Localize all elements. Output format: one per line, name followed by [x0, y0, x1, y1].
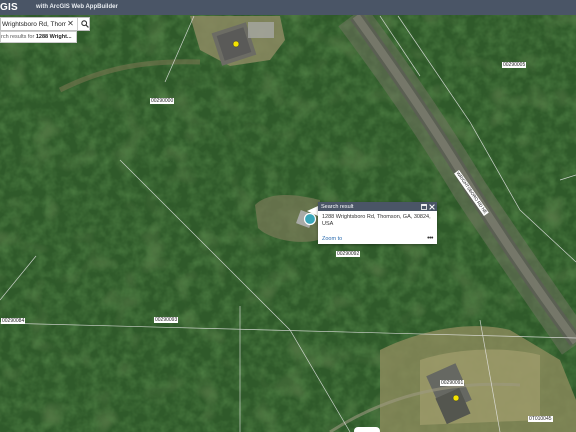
app-header: GIS with ArcGIS Web AppBuilder [0, 0, 576, 15]
search-icon [80, 20, 89, 28]
parcel-label: 00290084 [1, 318, 26, 324]
search-widget: ✕ [0, 17, 90, 31]
aerial-imagery [0, 15, 576, 432]
search-button[interactable] [77, 18, 91, 30]
parcel-label: 00290000 [150, 98, 175, 104]
popup-header: Search result [318, 202, 437, 211]
suggestion-prefix: rch results for [1, 34, 35, 40]
close-icon[interactable] [428, 203, 435, 210]
search-input[interactable] [1, 18, 66, 30]
parcel-label: 0T010045 [528, 416, 553, 422]
popup-title: Search result [321, 203, 354, 210]
more-actions-button[interactable]: ••• [427, 235, 433, 242]
close-icon[interactable]: ✕ [66, 18, 75, 30]
parcel-label: 00290093 [154, 317, 179, 323]
app-window: GIS with ArcGIS Web AppBuilder 00290000 … [0, 0, 576, 432]
popup-pointer [307, 206, 318, 216]
popup-address: 1288 Wrightsboro Rd, Thomson, GA, 30824,… [322, 214, 431, 227]
parcel-label: 00290005 [502, 62, 527, 68]
parcel-label: 00290092 [336, 251, 361, 257]
map-view[interactable]: 00290000 00290005 00290092 00290084 0029… [0, 15, 576, 432]
zoom-to-link[interactable]: Zoom to [322, 236, 342, 242]
popup-footer: Zoom to ••• [322, 235, 433, 242]
parcel-label: 00290091 [440, 380, 465, 386]
suggestion-match: 1288 Wright... [35, 34, 72, 40]
search-suggestion[interactable]: rch results for 1288 Wright... [0, 31, 77, 43]
builder-label: with ArcGIS Web AppBuilder [36, 4, 118, 10]
maximize-icon[interactable] [420, 203, 427, 210]
scale-control[interactable] [354, 427, 380, 432]
search-result-popup: Search result 1288 Wrightsboro Rd, Thoms… [318, 202, 437, 244]
app-title: GIS [0, 2, 18, 13]
